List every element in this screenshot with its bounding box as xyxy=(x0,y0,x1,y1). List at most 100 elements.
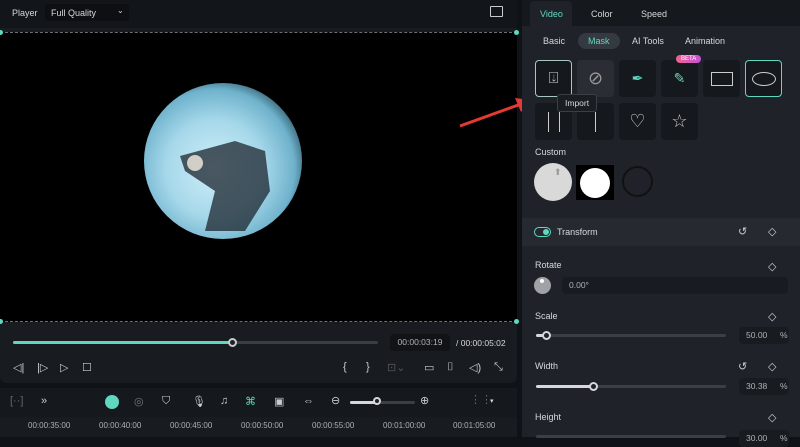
expand-icon[interactable]: » xyxy=(41,395,47,407)
scale-slider[interactable] xyxy=(536,334,726,337)
timeline-toolbar: [··] » ◎ ⛉ 🎙 ♫ ⌘ ▣ ⇔ ⊖ ⊕ ⋮⋮ ▾ xyxy=(0,388,517,417)
lines-icon xyxy=(547,111,560,132)
import-mask-button[interactable]: ⍗ xyxy=(535,60,572,97)
playback-progress xyxy=(13,341,232,344)
total-time: / 00:00:05:02 xyxy=(456,338,506,348)
keyframe-icon[interactable]: ◇ xyxy=(768,260,776,273)
fullscreen-icon[interactable]: ⤡ xyxy=(494,361,503,374)
brush-mask-button[interactable]: ✎ xyxy=(661,60,698,97)
heart-mask-button[interactable]: ♡ xyxy=(619,103,656,140)
zoom-in-icon[interactable]: ⊕ xyxy=(420,394,429,407)
width-label: Width xyxy=(535,361,559,371)
resize-handle[interactable] xyxy=(0,30,3,35)
chevron-down-icon: ⌄ xyxy=(117,6,124,15)
snapshot-icon[interactable]: ⌷ xyxy=(447,361,454,374)
zoom-knob[interactable] xyxy=(373,397,381,405)
heart-icon: ♡ xyxy=(629,111,646,131)
tab-speed[interactable]: Speed xyxy=(641,0,667,26)
subtab-animation[interactable]: Animation xyxy=(675,33,735,49)
zoom-out-icon[interactable]: ⊖ xyxy=(331,394,340,407)
scale-knob[interactable] xyxy=(541,331,551,340)
width-knob[interactable] xyxy=(589,382,598,391)
stop-icon[interactable]: ☐ xyxy=(82,361,92,374)
person-figure xyxy=(180,141,270,231)
no-mask-button[interactable]: ⊘ xyxy=(577,60,614,97)
height-label: Height xyxy=(535,412,562,422)
reset-icon[interactable]: ↺ xyxy=(738,225,747,238)
custom-mask-empty[interactable] xyxy=(622,166,653,197)
next-frame-icon[interactable]: |▷ xyxy=(37,361,48,374)
play-icon[interactable]: ▷ xyxy=(60,361,68,374)
ruler-tick: 00:00:35:00 xyxy=(28,421,71,430)
transform-label: Transform xyxy=(557,227,598,237)
ruler-tick: 00:00:40:00 xyxy=(99,421,142,430)
upload-custom-mask[interactable]: ⬆ xyxy=(534,163,572,201)
insert-icon[interactable]: ⊡⌄ xyxy=(387,361,405,374)
width-input[interactable]: 30.38% xyxy=(739,378,789,395)
quality-dropdown[interactable]: Full Quality ⌄ xyxy=(45,4,129,21)
ruler-tick: 00:01:05:00 xyxy=(453,421,496,430)
chevron-down-icon[interactable]: ▾ xyxy=(490,397,494,405)
playback-track[interactable] xyxy=(13,341,378,344)
resize-handle[interactable] xyxy=(514,319,519,324)
mark-in-icon[interactable]: { xyxy=(343,361,347,373)
player-toolbar: Player Full Quality ⌄ xyxy=(0,0,517,28)
transform-toggle[interactable] xyxy=(534,227,551,237)
scale-input[interactable]: 50.00% xyxy=(739,327,789,344)
keyframe-icon[interactable]: ◇ xyxy=(768,310,776,323)
music-icon[interactable]: ♫ xyxy=(220,395,228,407)
playhead-knob[interactable] xyxy=(228,338,237,347)
reset-icon[interactable]: ↺ xyxy=(738,360,747,373)
microphone-icon[interactable]: 🎙 xyxy=(192,395,206,408)
current-time: 00:00:03:19 xyxy=(390,334,450,351)
ellipse-mask-button[interactable] xyxy=(745,60,782,97)
line-icon xyxy=(595,111,596,132)
none-icon: ⊘ xyxy=(587,68,604,88)
rotate-dial[interactable] xyxy=(534,277,551,294)
zoom-slider[interactable] xyxy=(350,401,415,404)
ruler-tick: 00:00:50:00 xyxy=(241,421,284,430)
keyframe-icon[interactable]: ◇ xyxy=(768,225,776,238)
waveform-icon[interactable] xyxy=(490,6,503,17)
star-mask-button[interactable]: ☆ xyxy=(661,103,698,140)
keyframe-icon[interactable]: ◇ xyxy=(768,360,776,373)
tab-video[interactable]: Video xyxy=(540,0,563,26)
pip-icon[interactable]: ▣ xyxy=(274,395,284,408)
rotate-input[interactable]: 0.00° xyxy=(562,277,788,294)
resize-handle[interactable] xyxy=(514,30,519,35)
subtab-basic[interactable]: Basic xyxy=(533,33,575,49)
height-input[interactable]: 30.00% xyxy=(739,430,789,447)
custom-label: Custom xyxy=(535,147,567,157)
custom-mask-thumb[interactable] xyxy=(576,165,614,200)
rectangle-mask-button[interactable] xyxy=(703,60,740,97)
pen-mask-button[interactable]: ✒ xyxy=(619,60,656,97)
import-icon: ⍗ xyxy=(548,69,559,87)
record-icon[interactable]: [··] xyxy=(10,395,23,407)
mark-out-icon[interactable]: } xyxy=(366,361,370,373)
display-icon[interactable]: ▭ xyxy=(424,361,434,374)
star-icon: ☆ xyxy=(671,111,688,131)
ruler-tick: 00:00:55:00 xyxy=(312,421,355,430)
volume-icon[interactable]: ◁) xyxy=(469,361,481,374)
player-label: Player xyxy=(12,8,38,18)
subtab-ai-tools[interactable]: AI Tools xyxy=(622,33,674,49)
ruler-tick: 00:00:45:00 xyxy=(170,421,213,430)
subtab-mask[interactable]: Mask xyxy=(578,33,620,49)
beta-badge: BETA xyxy=(676,55,702,63)
pen-icon: ✒ xyxy=(631,70,644,86)
ai-robot-icon[interactable] xyxy=(105,395,119,409)
keyframe-icon[interactable]: ◇ xyxy=(768,411,776,424)
ai-cut-icon[interactable]: ⌘ xyxy=(245,395,256,408)
ruler-tick: 00:01:00:00 xyxy=(383,421,426,430)
fit-icon[interactable]: ⇔ xyxy=(303,395,314,407)
auto-play-icon[interactable]: ◎ xyxy=(134,395,144,408)
brush-icon: ✎ xyxy=(673,70,686,86)
quality-value: Full Quality xyxy=(51,8,97,18)
grid-icon[interactable]: ⋮⋮ xyxy=(470,393,492,406)
tab-color[interactable]: Color xyxy=(591,0,613,26)
width-slider[interactable] xyxy=(536,385,726,388)
video-preview[interactable] xyxy=(0,30,519,324)
prev-frame-icon[interactable]: ◁| xyxy=(13,361,24,374)
properties-panel: Video Color Speed Basic Mask AI Tools An… xyxy=(522,0,800,447)
marker-icon[interactable]: ⛉ xyxy=(162,395,170,408)
